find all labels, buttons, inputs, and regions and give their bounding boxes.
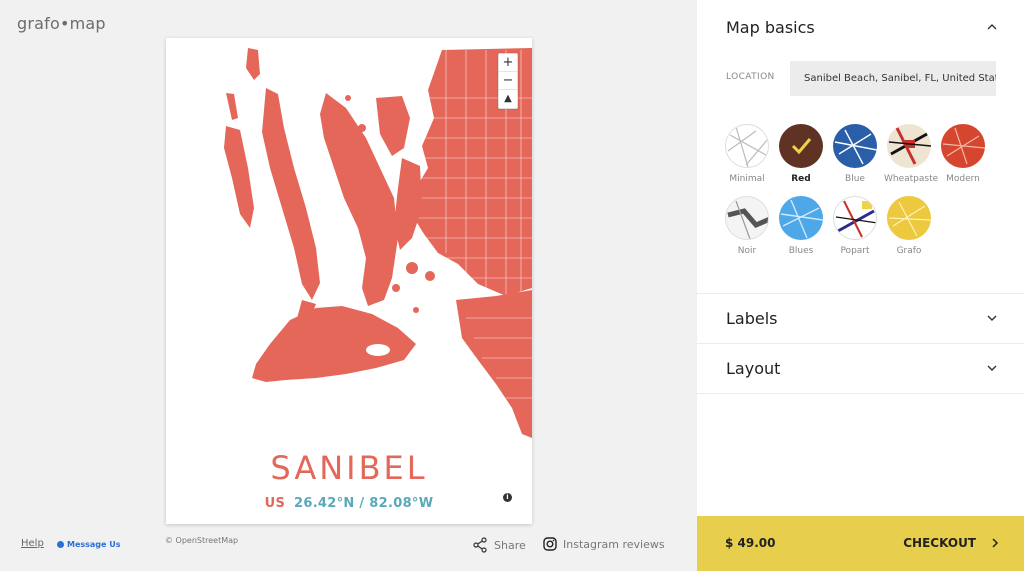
style-popart-swatch xyxy=(833,196,877,240)
style-blues[interactable]: Blues xyxy=(776,196,826,256)
message-us-link[interactable]: Message Us xyxy=(57,540,121,549)
chevron-down-icon xyxy=(987,365,997,371)
chat-icon xyxy=(57,541,64,548)
poster-country: US xyxy=(264,496,286,511)
labels-header[interactable]: Labels xyxy=(697,293,1024,343)
style-wheatpaste[interactable]: Wheatpaste xyxy=(884,124,939,184)
style-label: Popart xyxy=(840,246,870,256)
style-modern-swatch xyxy=(941,124,985,168)
chevron-up-icon xyxy=(987,24,997,30)
zoom-out-button[interactable]: − xyxy=(499,72,517,90)
poster-coordinates: US 26.42°N / 82.08°W xyxy=(166,496,532,511)
layout-header[interactable]: Layout xyxy=(697,343,1024,393)
zoom-control: + − ▲ xyxy=(498,53,518,109)
style-label: Blues xyxy=(788,246,814,256)
style-grafo[interactable]: Grafo xyxy=(884,196,934,256)
preview-area: grafo•map + − ▲ SANIBEL US 26.42°N / 82.… xyxy=(0,0,697,571)
help-link[interactable]: Help xyxy=(21,538,44,549)
share-label: Share xyxy=(494,538,526,552)
location-input[interactable]: Sanibel Beach, Sanibel, FL, United State… xyxy=(790,61,996,96)
style-label: Noir xyxy=(737,246,757,256)
style-red-swatch xyxy=(779,124,823,168)
style-minimal-swatch xyxy=(725,124,769,168)
message-us-label: Message Us xyxy=(67,540,121,549)
instagram-icon xyxy=(543,537,557,551)
poster-latlon: 26.42°N / 82.08°W xyxy=(294,496,434,511)
style-blues-swatch xyxy=(779,196,823,240)
share-button[interactable]: Share xyxy=(472,537,526,553)
style-wheatpaste-swatch xyxy=(887,124,931,168)
location-label: LOCATION xyxy=(726,72,775,82)
style-label: Modern xyxy=(946,174,980,184)
style-modern[interactable]: Modern xyxy=(938,124,988,184)
map-canvas[interactable] xyxy=(166,38,532,458)
share-icon xyxy=(473,537,487,553)
chevron-down-icon xyxy=(987,315,997,321)
map-basics-header[interactable]: Map basics xyxy=(697,2,1024,52)
style-blue-swatch xyxy=(833,124,877,168)
osm-attribution[interactable]: © OpenStreetMap xyxy=(165,536,238,545)
style-label: Minimal xyxy=(729,174,765,184)
style-label: Wheatpaste xyxy=(884,174,939,184)
instagram-reviews-link[interactable]: Instagram reviews xyxy=(543,537,665,551)
style-grafo-swatch xyxy=(887,196,931,240)
info-icon[interactable]: i xyxy=(503,493,512,502)
zoom-in-button[interactable]: + xyxy=(499,54,517,72)
style-noir[interactable]: Noir xyxy=(722,196,772,256)
map-poster: + − ▲ SANIBEL US 26.42°N / 82.08°W i xyxy=(166,38,532,524)
style-blue[interactable]: Blue xyxy=(830,124,880,184)
style-noir-swatch xyxy=(725,196,769,240)
app-logo[interactable]: grafo•map xyxy=(17,14,106,33)
instagram-label: Instagram reviews xyxy=(563,537,665,551)
style-popart[interactable]: Popart xyxy=(830,196,880,256)
poster-city-title: SANIBEL xyxy=(270,449,428,487)
chevron-right-icon xyxy=(992,538,999,548)
style-label: Red xyxy=(791,174,811,184)
checkout-button[interactable]: CHECKOUT xyxy=(903,516,976,571)
style-label: Blue xyxy=(845,174,865,184)
layout-title: Layout xyxy=(726,358,781,378)
price: $ 49.00 xyxy=(725,536,776,550)
settings-panel: Map basics LOCATION Sanibel Beach, Sanib… xyxy=(697,0,1024,571)
style-red[interactable]: Red xyxy=(776,124,826,184)
style-label: Grafo xyxy=(896,246,922,256)
checkout-bar[interactable]: $ 49.00 CHECKOUT xyxy=(697,516,1024,571)
divider xyxy=(697,393,1024,394)
labels-title: Labels xyxy=(726,308,778,328)
compass-button[interactable]: ▲ xyxy=(499,90,517,108)
style-minimal[interactable]: Minimal xyxy=(722,124,772,184)
map-basics-title: Map basics xyxy=(726,17,815,37)
